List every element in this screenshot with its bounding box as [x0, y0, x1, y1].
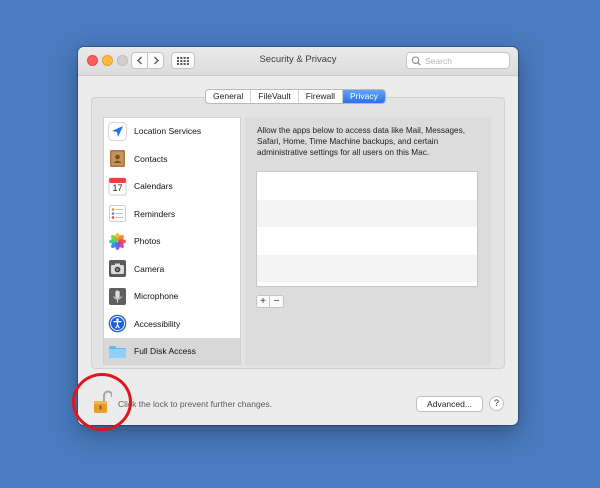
chevron-left-icon: [136, 56, 142, 65]
app-list[interactable]: [256, 171, 478, 287]
sidebar-item-label: Location Services: [134, 126, 202, 136]
tab-filevault[interactable]: FileVault: [251, 90, 299, 103]
tab-privacy[interactable]: Privacy: [342, 90, 385, 103]
access-description: Allow the apps below to access data like…: [257, 126, 465, 157]
remove-app-button[interactable]: −: [270, 295, 284, 308]
lock-message: Click the lock to prevent further change…: [118, 399, 273, 409]
sidebar-item-reminders[interactable]: Reminders: [104, 201, 240, 227]
add-app-button[interactable]: +: [256, 295, 270, 308]
sidebar-item-label: Microphone: [134, 291, 179, 301]
forward-button[interactable]: [147, 52, 164, 69]
list-item[interactable]: [257, 227, 477, 255]
tab-general[interactable]: General: [206, 90, 252, 103]
full-disk-access-panel: Allow the apps below to access data like…: [245, 117, 491, 365]
tab-bar: General FileVault Firewall Privacy: [205, 89, 386, 104]
list-item[interactable]: [257, 172, 477, 200]
minimize-window-button[interactable]: [102, 55, 113, 66]
list-item[interactable]: [257, 199, 477, 227]
location-arrow-icon: [108, 121, 127, 141]
sidebar-item-contacts[interactable]: Contacts: [104, 146, 240, 172]
accessibility-icon: [108, 314, 127, 333]
privacy-category-list[interactable]: Location Services Contacts 17 Calendars …: [103, 117, 241, 365]
show-all-button[interactable]: [171, 52, 195, 69]
calendar-day-number: 17: [112, 182, 123, 193]
sidebar-item-label: Contacts: [134, 153, 168, 164]
grid-icon: [177, 56, 189, 65]
sidebar-item-label: Camera: [134, 263, 165, 274]
camera-icon: [109, 260, 126, 277]
back-button[interactable]: [131, 52, 148, 69]
advanced-button[interactable]: Advanced...: [416, 396, 483, 412]
annotation-circle: [72, 373, 132, 431]
zoom-window-button[interactable]: [117, 55, 128, 66]
photos-flower-icon: [109, 232, 126, 250]
sidebar-item-photos[interactable]: Photos: [104, 228, 240, 254]
microphone-icon: [109, 287, 126, 305]
search-input[interactable]: [423, 55, 505, 66]
sidebar-item-label: Accessibility: [134, 318, 181, 329]
reminders-list-icon: [109, 205, 126, 222]
window-title: Security & Privacy: [259, 54, 337, 65]
contacts-book-icon: [110, 150, 125, 167]
tab-firewall[interactable]: Firewall: [299, 90, 343, 103]
sidebar-item-label: Calendars: [134, 181, 173, 191]
folder-icon: [109, 345, 126, 358]
sidebar-item-accessibility[interactable]: Accessibility: [104, 311, 240, 337]
security-privacy-window: Security & Privacy General FileVault Fir…: [78, 47, 518, 425]
sidebar-item-full-disk-access[interactable]: Full Disk Access: [104, 338, 240, 364]
search-field[interactable]: [406, 52, 510, 69]
sidebar-item-camera[interactable]: Camera: [104, 256, 240, 282]
title-bar[interactable]: Security & Privacy: [78, 47, 518, 76]
sidebar-item-label: Photos: [134, 236, 161, 246]
sidebar-item-calendars[interactable]: 17 Calendars: [104, 173, 240, 199]
help-button[interactable]: ?: [489, 396, 504, 411]
magnifier-icon: [411, 55, 421, 66]
close-window-button[interactable]: [87, 55, 98, 66]
list-item[interactable]: [257, 254, 477, 282]
sidebar-item-microphone[interactable]: Microphone: [104, 283, 240, 309]
chevron-right-icon: [153, 56, 159, 65]
sidebar-item-label: Reminders: [134, 208, 176, 219]
sidebar-item-location-services[interactable]: Location Services: [104, 118, 240, 144]
sidebar-item-label: Full Disk Access: [134, 346, 196, 356]
